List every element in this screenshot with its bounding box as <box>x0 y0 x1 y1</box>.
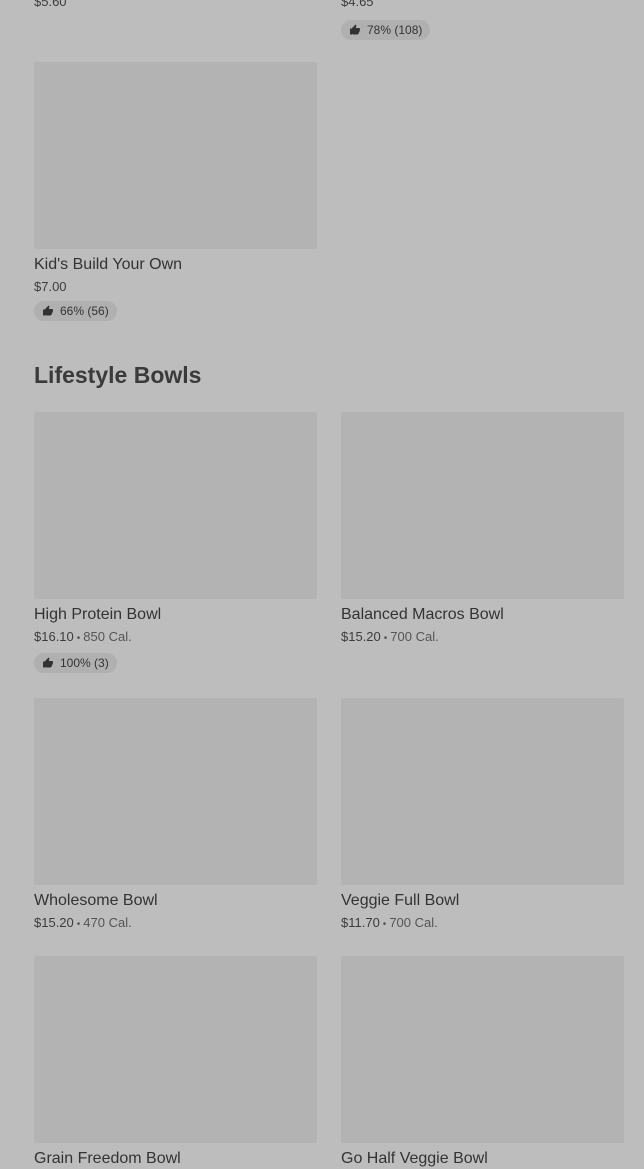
item-price-calories: $15.20 • 700 Cal. <box>341 628 624 647</box>
menu-item-balanced-macros-bowl[interactable]: Balanced Macros Bowl $15.20 • 700 Cal. <box>341 412 624 647</box>
rating-text: 100% (3) <box>60 656 109 670</box>
item-price: $11.70 <box>341 915 380 930</box>
item-image <box>341 956 624 1143</box>
item-name: Kid's Build Your Own <box>34 256 183 273</box>
menu-item-wholesome-bowl[interactable]: Wholesome Bowl $15.20 • 470 Cal. <box>34 698 317 933</box>
item-image <box>34 956 317 1143</box>
item-name: Wholesome Bowl <box>34 892 158 909</box>
item-price: $16.10 <box>34 629 74 644</box>
menu-item-go-half-veggie-bowl[interactable]: Go Half Veggie Bowl <box>341 956 624 1169</box>
menu-item-veggie-full-bowl[interactable]: Veggie Full Bowl $11.70 • 700 Cal. <box>341 698 624 933</box>
item-price: $15.20 <box>341 629 381 644</box>
menu-item-high-protein-bowl[interactable]: High Protein Bowl $16.10 • 850 Cal. 100% (… <box>34 412 317 674</box>
item-name: Grain Freedom Bowl <box>34 1150 181 1167</box>
item-price-calories: $16.10 • 850 Cal. <box>34 628 317 647</box>
rating-text: 66% (56) <box>60 304 109 318</box>
separator: • <box>76 919 81 930</box>
item-image <box>34 698 317 885</box>
partial-item-price-right: $4.65 <box>341 0 374 9</box>
section-title-lifestyle-bowls: Lifestyle Bowls <box>34 362 202 388</box>
item-image <box>34 62 317 249</box>
item-name: Go Half Veggie Bowl <box>341 1150 488 1167</box>
partial-item-rating: 78% (108) <box>341 14 431 41</box>
item-price: $15.20 <box>34 915 74 930</box>
item-price: $7.00 <box>34 279 67 294</box>
separator: • <box>383 633 388 644</box>
thumbs-up-icon <box>350 24 360 35</box>
separator: • <box>76 633 81 644</box>
menu-item-grain-freedom-bowl[interactable]: Grain Freedom Bowl <box>34 956 317 1169</box>
item-name: Balanced Macros Bowl <box>341 606 504 623</box>
rating-text: 78% (108) <box>367 23 423 37</box>
item-calories: 700 Cal. <box>389 915 438 930</box>
item-name: Veggie Full Bowl <box>341 892 460 909</box>
item-image <box>341 412 624 599</box>
item-rating: 100% (3) <box>34 653 117 673</box>
item-name: High Protein Bowl <box>34 606 162 623</box>
item-image <box>341 698 624 885</box>
partial-item-price-left: $5.60 <box>34 0 67 9</box>
item-calories: 470 Cal. <box>83 915 132 930</box>
item-calories: 850 Cal. <box>83 629 132 644</box>
item-image <box>34 412 317 599</box>
item-price-calories: $11.70 • 700 Cal. <box>341 914 624 933</box>
item-price-calories: $15.20 • 470 Cal. <box>34 914 317 933</box>
thumbs-up-icon <box>43 657 53 668</box>
menu-item-kids-build-your-own[interactable]: Kid's Build Your Own $7.00 66% (56) <box>34 62 317 322</box>
separator: • <box>382 919 387 930</box>
item-rating: 66% (56) <box>34 301 117 321</box>
item-calories: 700 Cal. <box>390 629 439 644</box>
thumbs-up-icon <box>43 305 53 316</box>
